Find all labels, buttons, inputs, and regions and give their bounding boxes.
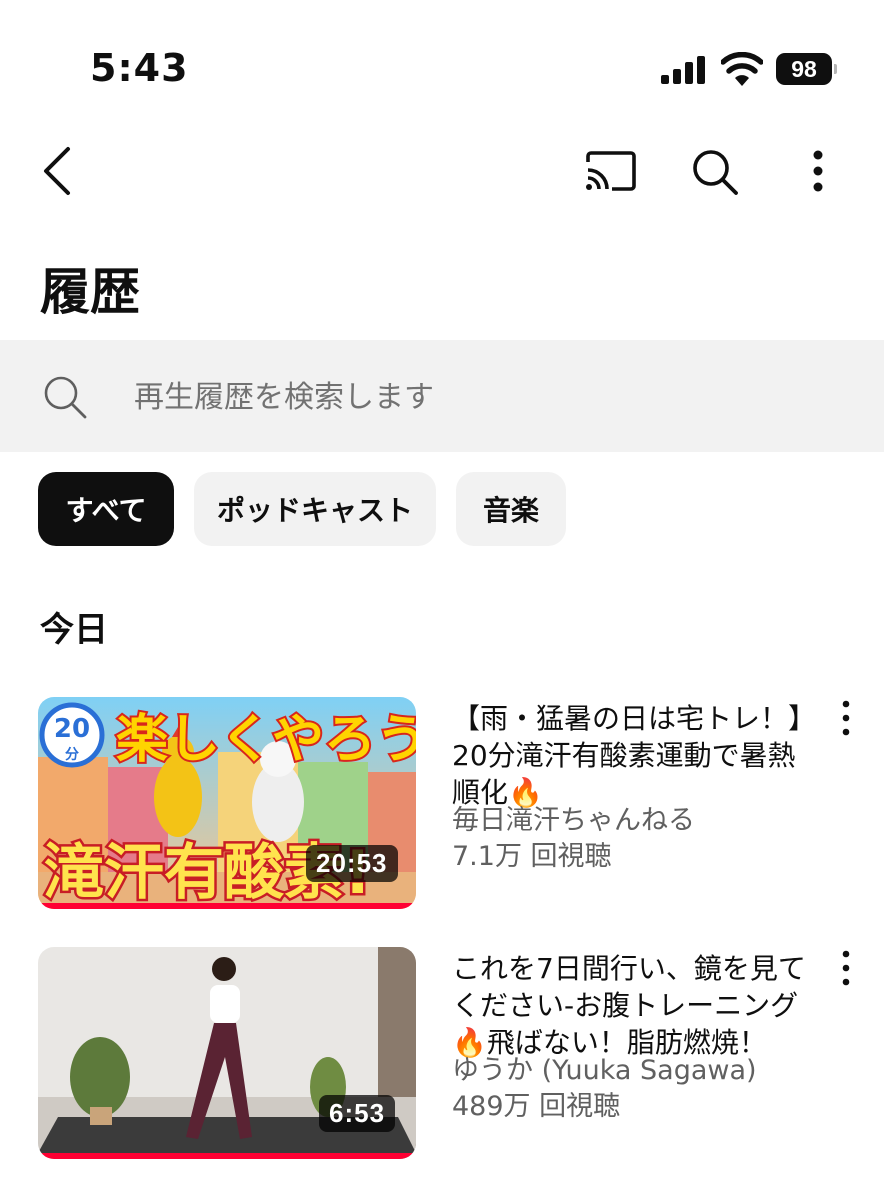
video-title[interactable]: これを7日間行い、鏡を見て ください-お腹トレーニング 🔥飛ばない！脂肪燃焼！ [452, 950, 812, 1061]
chip-podcasts[interactable]: ポッドキャスト [194, 472, 436, 546]
video-channel[interactable]: ゆうか (Yuuka Sagawa) [452, 1053, 822, 1089]
thumbnail-badge-unit: 分 [65, 747, 79, 763]
video-channel[interactable]: 毎日滝汗ちゃんねる [452, 803, 822, 839]
status-time: 5:43 [90, 46, 189, 90]
search-icon [44, 376, 87, 419]
video-duration: 20:53 [306, 845, 398, 882]
video-thumbnail[interactable]: 6:53 [38, 947, 416, 1159]
thumbnail-badge-number: 20 [54, 714, 90, 744]
chip-music[interactable]: 音楽 [456, 472, 566, 546]
video-title[interactable]: 【雨・猛暑の日は宅トレ！】 20分滝汗有酸素運動で暑熱 順化🔥 [452, 700, 817, 811]
video-title-line: ください-お腹トレーニング [452, 989, 799, 1022]
cellular-signal-icon [661, 56, 705, 84]
video-title-line: これを7日間行い、鏡を見て [452, 952, 806, 985]
video-thumbnail[interactable]: 楽しくやろう! 20 分 滝汗有酸素! 20:53 [38, 697, 416, 909]
more-vertical-icon[interactable] [802, 148, 834, 194]
video-views: 7.1万 回視聴 [452, 841, 612, 872]
search-icon[interactable] [690, 148, 740, 196]
more-vertical-icon[interactable] [834, 698, 858, 738]
video-duration: 6:53 [319, 1095, 396, 1132]
chevron-left-icon[interactable] [38, 145, 78, 197]
chip-all[interactable]: すべて [38, 472, 174, 546]
battery-icon: 98 [776, 53, 837, 85]
history-search-bar[interactable] [0, 340, 884, 452]
more-vertical-icon[interactable] [834, 948, 858, 988]
thumbnail-top-text: 楽しくやろう! [116, 710, 416, 770]
battery-level: 98 [776, 53, 832, 85]
video-title-line: 【雨・猛暑の日は宅トレ！】 [452, 702, 817, 735]
video-views: 489万 回視聴 [452, 1091, 621, 1122]
page-title: 履歴 [40, 263, 140, 321]
wifi-icon [721, 52, 763, 86]
video-title-line: 20分滝汗有酸素運動で暑熱 [452, 739, 796, 772]
section-title-today: 今日 [40, 610, 108, 650]
history-search-input[interactable] [132, 370, 836, 424]
cast-icon[interactable] [584, 150, 638, 192]
